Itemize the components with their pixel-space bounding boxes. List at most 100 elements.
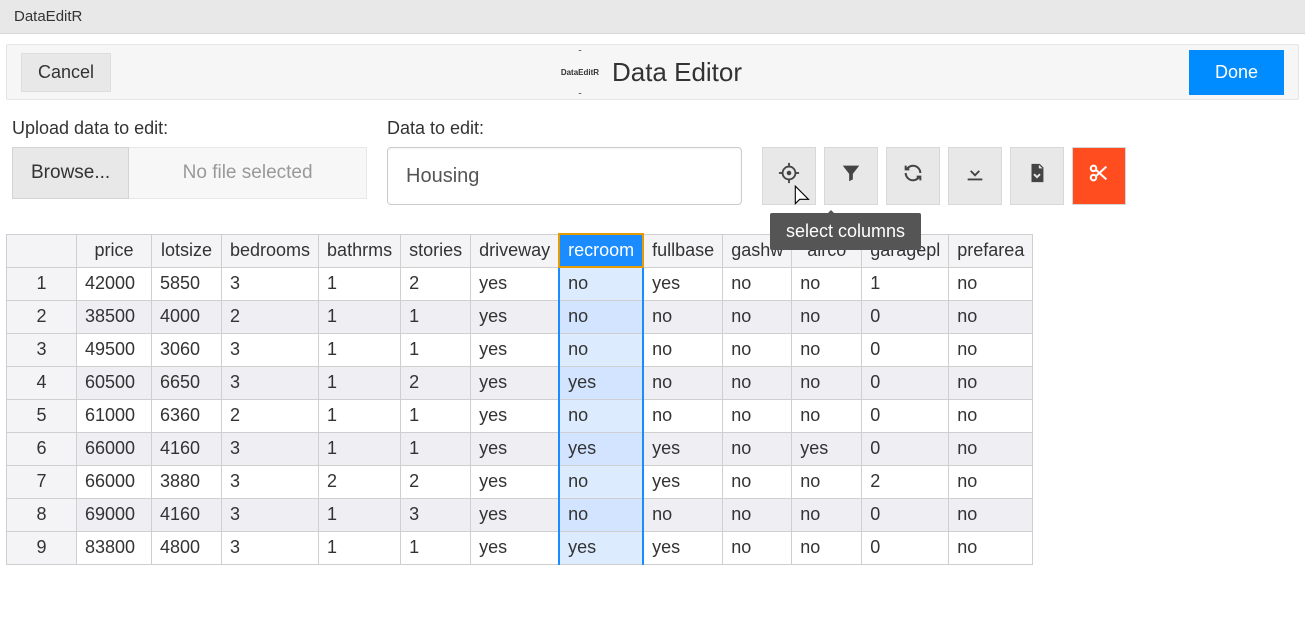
cell-garagepl[interactable]: 1 xyxy=(862,267,949,300)
cell-airco[interactable]: no xyxy=(792,267,862,300)
cancel-button[interactable]: Cancel xyxy=(21,53,111,92)
cell-fullbase[interactable]: yes xyxy=(643,267,723,300)
cell-fullbase[interactable]: no xyxy=(643,399,723,432)
col-header-fullbase[interactable]: fullbase xyxy=(643,234,723,267)
cell-airco[interactable]: no xyxy=(792,465,862,498)
cell-prefarea[interactable]: no xyxy=(949,366,1033,399)
cell-price[interactable]: 69000 xyxy=(77,498,152,531)
row-number[interactable]: 5 xyxy=(7,399,77,432)
cell-prefarea[interactable]: no xyxy=(949,531,1033,564)
download-button[interactable] xyxy=(948,147,1002,205)
cell-bedrooms[interactable]: 3 xyxy=(222,465,319,498)
cell-garagepl[interactable]: 0 xyxy=(862,432,949,465)
cell-bedrooms[interactable]: 3 xyxy=(222,498,319,531)
cell-lotsize[interactable]: 4160 xyxy=(152,432,222,465)
cell-price[interactable]: 66000 xyxy=(77,432,152,465)
row-number[interactable]: 9 xyxy=(7,531,77,564)
cell-prefarea[interactable]: no xyxy=(949,498,1033,531)
row-number[interactable]: 3 xyxy=(7,333,77,366)
cell-garagepl[interactable]: 0 xyxy=(862,399,949,432)
cell-bathrms[interactable]: 2 xyxy=(319,465,401,498)
cell-driveway[interactable]: yes xyxy=(471,267,560,300)
cell-lotsize[interactable]: 5850 xyxy=(152,267,222,300)
cell-gashw[interactable]: no xyxy=(723,333,792,366)
cell-bedrooms[interactable]: 3 xyxy=(222,333,319,366)
cell-airco[interactable]: no xyxy=(792,399,862,432)
cell-price[interactable]: 60500 xyxy=(77,366,152,399)
col-header-driveway[interactable]: driveway xyxy=(471,234,560,267)
cell-bathrms[interactable]: 1 xyxy=(319,432,401,465)
cell-bedrooms[interactable]: 3 xyxy=(222,531,319,564)
cell-fullbase[interactable]: yes xyxy=(643,465,723,498)
cell-stories[interactable]: 1 xyxy=(401,531,471,564)
cell-driveway[interactable]: yes xyxy=(471,366,560,399)
cell-recroom[interactable]: no xyxy=(559,300,643,333)
cell-bathrms[interactable]: 1 xyxy=(319,366,401,399)
cell-prefarea[interactable]: no xyxy=(949,399,1033,432)
cell-garagepl[interactable]: 0 xyxy=(862,333,949,366)
cell-prefarea[interactable]: no xyxy=(949,465,1033,498)
cell-airco[interactable]: no xyxy=(792,300,862,333)
cell-stories[interactable]: 2 xyxy=(401,465,471,498)
cell-prefarea[interactable]: no xyxy=(949,333,1033,366)
cell-bathrms[interactable]: 1 xyxy=(319,531,401,564)
cut-button[interactable] xyxy=(1072,147,1126,205)
cell-driveway[interactable]: yes xyxy=(471,465,560,498)
col-header-lotsize[interactable]: lotsize xyxy=(152,234,222,267)
cell-fullbase[interactable]: yes xyxy=(643,432,723,465)
cell-stories[interactable]: 1 xyxy=(401,399,471,432)
cell-lotsize[interactable]: 4000 xyxy=(152,300,222,333)
cell-airco[interactable]: no xyxy=(792,333,862,366)
cell-garagepl[interactable]: 2 xyxy=(862,465,949,498)
cell-lotsize[interactable]: 6650 xyxy=(152,366,222,399)
cell-airco[interactable]: no xyxy=(792,366,862,399)
done-button[interactable]: Done xyxy=(1189,50,1284,95)
row-number[interactable]: 2 xyxy=(7,300,77,333)
col-header-recroom[interactable]: recroom xyxy=(559,234,643,267)
cell-bathrms[interactable]: 1 xyxy=(319,399,401,432)
cell-stories[interactable]: 3 xyxy=(401,498,471,531)
cell-gashw[interactable]: no xyxy=(723,432,792,465)
cell-driveway[interactable]: yes xyxy=(471,333,560,366)
cell-gashw[interactable]: no xyxy=(723,531,792,564)
cell-garagepl[interactable]: 0 xyxy=(862,498,949,531)
cell-bedrooms[interactable]: 3 xyxy=(222,267,319,300)
cell-airco[interactable]: no xyxy=(792,531,862,564)
filter-button[interactable] xyxy=(824,147,878,205)
cell-driveway[interactable]: yes xyxy=(471,399,560,432)
cell-stories[interactable]: 1 xyxy=(401,333,471,366)
cell-gashw[interactable]: no xyxy=(723,267,792,300)
corner-cell[interactable] xyxy=(7,234,77,267)
data-select-input[interactable] xyxy=(387,147,742,205)
col-header-bedrooms[interactable]: bedrooms xyxy=(222,234,319,267)
cell-recroom[interactable]: yes xyxy=(559,366,643,399)
cell-airco[interactable]: no xyxy=(792,498,862,531)
cell-garagepl[interactable]: 0 xyxy=(862,531,949,564)
cell-gashw[interactable]: no xyxy=(723,300,792,333)
cell-bedrooms[interactable]: 2 xyxy=(222,300,319,333)
cell-bedrooms[interactable]: 3 xyxy=(222,366,319,399)
cell-recroom[interactable]: no xyxy=(559,498,643,531)
row-number[interactable]: 7 xyxy=(7,465,77,498)
cell-fullbase[interactable]: no xyxy=(643,300,723,333)
cell-price[interactable]: 42000 xyxy=(77,267,152,300)
cell-garagepl[interactable]: 0 xyxy=(862,366,949,399)
col-header-prefarea[interactable]: prefarea xyxy=(949,234,1033,267)
cell-garagepl[interactable]: 0 xyxy=(862,300,949,333)
cell-price[interactable]: 66000 xyxy=(77,465,152,498)
cell-fullbase[interactable]: no xyxy=(643,498,723,531)
cell-gashw[interactable]: no xyxy=(723,498,792,531)
cell-bathrms[interactable]: 1 xyxy=(319,333,401,366)
row-number[interactable]: 1 xyxy=(7,267,77,300)
cell-driveway[interactable]: yes xyxy=(471,498,560,531)
row-number[interactable]: 4 xyxy=(7,366,77,399)
cell-prefarea[interactable]: no xyxy=(949,267,1033,300)
cell-driveway[interactable]: yes xyxy=(471,300,560,333)
cell-prefarea[interactable]: no xyxy=(949,300,1033,333)
cell-price[interactable]: 38500 xyxy=(77,300,152,333)
cell-stories[interactable]: 1 xyxy=(401,432,471,465)
cell-bathrms[interactable]: 1 xyxy=(319,300,401,333)
cell-lotsize[interactable]: 3880 xyxy=(152,465,222,498)
cell-gashw[interactable]: no xyxy=(723,366,792,399)
row-number[interactable]: 6 xyxy=(7,432,77,465)
